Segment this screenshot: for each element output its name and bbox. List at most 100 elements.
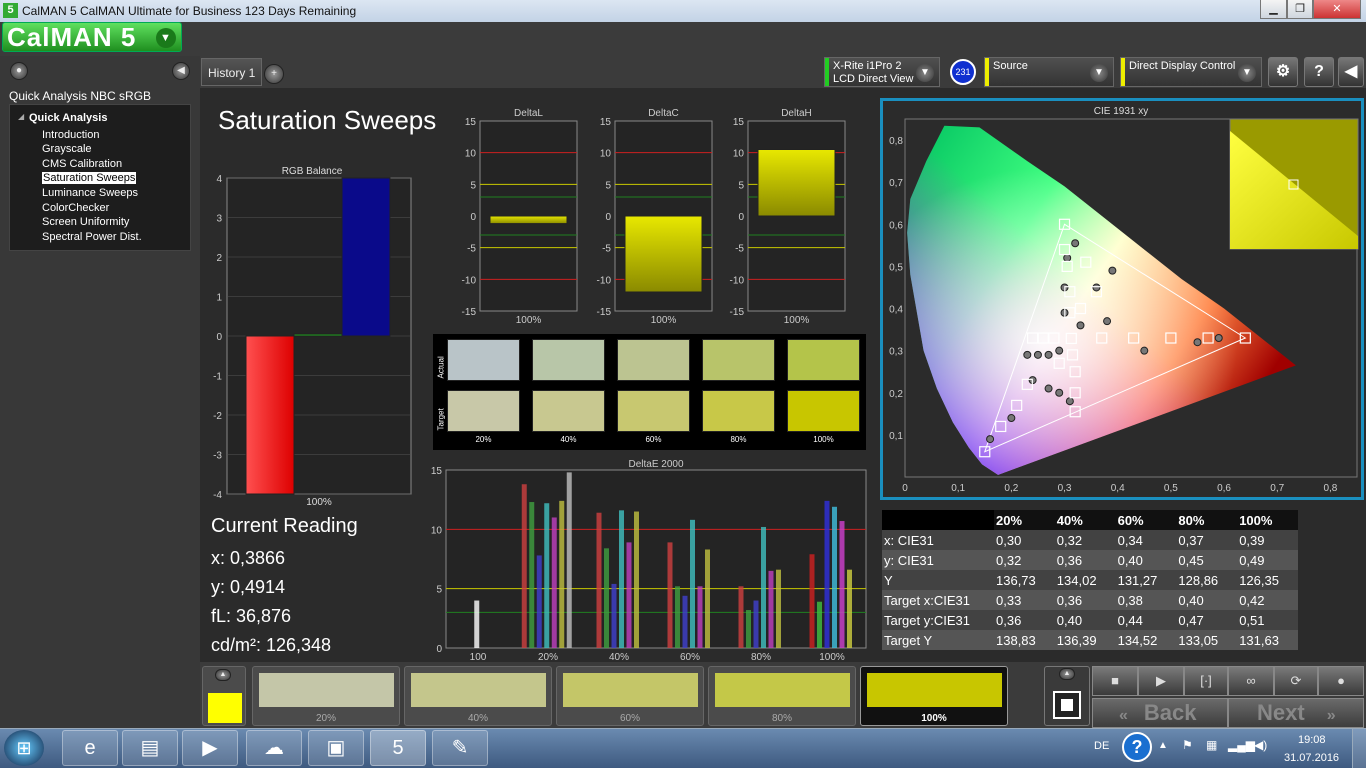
- table-header-cell: 80%: [1176, 510, 1238, 530]
- delta-e-bar: [768, 570, 774, 648]
- patch-button[interactable]: 80%: [708, 666, 856, 726]
- source-status-bar: [985, 58, 989, 86]
- options-button[interactable]: ●: [1318, 666, 1364, 696]
- cie-ytick: 0,1: [889, 431, 903, 442]
- delta-e-bar: [474, 600, 480, 648]
- delta-e-bar: [619, 510, 624, 648]
- clock-date[interactable]: 31.07.2016: [1284, 752, 1339, 764]
- add-tab-button[interactable]: +: [264, 64, 284, 84]
- tree-root-quick-analysis[interactable]: Quick Analysis: [29, 112, 107, 124]
- source-device-selector[interactable]: Source ▼: [984, 57, 1114, 87]
- next-button[interactable]: Next»: [1228, 698, 1364, 728]
- patch-button[interactable]: 40%: [404, 666, 552, 726]
- tree-item-grayscale[interactable]: Grayscale: [42, 143, 92, 155]
- delta-e-bar: [551, 517, 557, 648]
- language-indicator[interactable]: DE: [1094, 740, 1109, 752]
- tray-expand-icon[interactable]: ▲: [1158, 740, 1168, 751]
- network-icon[interactable]: ▂▄▆: [1228, 738, 1255, 752]
- delta-e-bar: [529, 502, 535, 648]
- play-button[interactable]: ▶: [1138, 666, 1184, 696]
- device-icon[interactable]: ▦: [1206, 738, 1217, 752]
- media-player-icon[interactable]: ▶: [182, 730, 238, 766]
- skype-icon[interactable]: ☁: [246, 730, 302, 766]
- patch-button[interactable]: 100%: [860, 666, 1008, 726]
- delta-e-bar: [559, 500, 565, 648]
- cie-ytick: 0,8: [889, 136, 903, 147]
- record-icon[interactable]: ●: [10, 62, 28, 80]
- minimize-button[interactable]: ▁: [1260, 0, 1287, 19]
- patch-button[interactable]: 60%: [556, 666, 704, 726]
- meter-device-selector[interactable]: X-Rite i1Pro 2 LCD Direct View ▼: [824, 57, 940, 87]
- chevron-down-icon: ▼: [916, 64, 934, 82]
- delta-l-ytick: -15: [462, 307, 477, 318]
- tree-item-screen-uniformity[interactable]: Screen Uniformity: [42, 216, 129, 228]
- tree-item-cms-calibration[interactable]: CMS Calibration: [42, 158, 122, 170]
- table-cell: 0,42: [1237, 590, 1298, 610]
- collapse-left-icon[interactable]: ◀: [172, 62, 190, 80]
- tree-item-introduction[interactable]: Introduction: [42, 129, 99, 141]
- next-label: Next: [1257, 700, 1305, 725]
- delta-c-category-label: 100%: [651, 315, 677, 326]
- collapse-right-icon[interactable]: ◀: [1338, 57, 1364, 87]
- chevron-up-icon[interactable]: ▲: [1059, 668, 1075, 680]
- cie-actual-point: [1108, 266, 1117, 275]
- refresh-button[interactable]: ⟳: [1274, 666, 1318, 696]
- delta-e-ytick: 10: [431, 525, 443, 536]
- workflow-tree: ◢ Quick Analysis Introduction Grayscale …: [9, 104, 191, 251]
- help-tray-icon[interactable]: ?: [1122, 732, 1152, 762]
- show-desktop-button[interactable]: [1352, 729, 1366, 768]
- delta-e-2000-chart: DeltaE 2000 15 10 5 0 100 20% 40% 60% 80% 100%: [431, 459, 867, 663]
- delta-e-bar: [753, 600, 759, 648]
- flag-icon[interactable]: ⚑: [1182, 738, 1193, 752]
- paint-icon[interactable]: ✎: [432, 730, 488, 766]
- cie-xtick: 0,8: [1323, 483, 1337, 494]
- tab-history-1[interactable]: History 1: [201, 58, 263, 86]
- help-icon[interactable]: ?: [1304, 57, 1334, 87]
- cie-xtick: 0,1: [951, 483, 965, 494]
- stop-square-button[interactable]: [1053, 691, 1081, 719]
- remote-desktop-icon[interactable]: ▣: [308, 730, 364, 766]
- cie-actual-point: [1055, 388, 1064, 397]
- rgb-bar-r: [245, 335, 295, 495]
- display-device-selector[interactable]: Direct Display Control ▼: [1120, 57, 1262, 87]
- single-read-button[interactable]: [·]: [1184, 666, 1228, 696]
- continuous-read-button[interactable]: ∞: [1228, 666, 1274, 696]
- tree-item-saturation-sweeps[interactable]: Saturation Sweeps: [42, 172, 137, 184]
- delta-c-title: DeltaC: [648, 108, 679, 119]
- patch-button[interactable]: 20%: [252, 666, 400, 726]
- rgb-balance-title: RGB Balance: [282, 166, 343, 177]
- actual-swatch: [787, 339, 860, 381]
- actual-swatch: [702, 339, 775, 381]
- cie-chart-panel[interactable]: CIE 1931 xy 0 0,1 0,2 0,3 0,4 0,5 0,6 0,7 0,8 0,1…: [880, 98, 1364, 500]
- table-row: Target Y 138,83 136,39 134,52 133,05 131,63: [882, 630, 1298, 650]
- cie-ytick: 0,7: [889, 178, 903, 189]
- table-cell: 0,51: [1237, 610, 1298, 630]
- swatch-column-label: 80%: [730, 435, 747, 444]
- chevron-up-icon[interactable]: ▲: [215, 669, 231, 681]
- table-cell: 0,39: [1237, 530, 1298, 550]
- calman-logo-button[interactable]: CalMAN 5 ▼: [2, 22, 182, 52]
- close-button[interactable]: ✕: [1313, 0, 1361, 19]
- cie-xtick: 0,2: [1004, 483, 1018, 494]
- clock-time[interactable]: 19:08: [1298, 734, 1326, 746]
- start-button[interactable]: ⊞: [4, 730, 44, 766]
- meter-badge[interactable]: 231: [950, 59, 976, 85]
- stop-button[interactable]: ■: [1092, 666, 1138, 696]
- table-row: Y 136,73 134,02 131,27 128,86 126,35: [882, 570, 1298, 590]
- internet-explorer-icon[interactable]: e: [62, 730, 118, 766]
- file-explorer-icon[interactable]: ▤: [122, 730, 178, 766]
- volume-icon[interactable]: ◀): [1254, 738, 1267, 752]
- back-button[interactable]: «Back: [1092, 698, 1228, 728]
- tree-expand-icon[interactable]: ◢: [18, 112, 24, 121]
- tree-item-luminance-sweeps[interactable]: Luminance Sweeps: [42, 187, 138, 199]
- delta-e-category-label: 100%: [819, 652, 845, 663]
- calman-taskbar-icon[interactable]: 5: [370, 730, 426, 766]
- delta-l-title: DeltaL: [514, 108, 543, 119]
- tree-item-spectral-power[interactable]: Spectral Power Dist.: [42, 231, 142, 243]
- cie-xtick: 0,5: [1164, 483, 1178, 494]
- table-cell: 134,52: [1115, 630, 1177, 650]
- settings-gear-icon[interactable]: ⚙: [1268, 57, 1298, 87]
- chevron-down-icon: ▼: [1238, 64, 1256, 82]
- maximize-button[interactable]: ❐: [1287, 0, 1313, 19]
- tree-item-colorchecker[interactable]: ColorChecker: [42, 202, 109, 214]
